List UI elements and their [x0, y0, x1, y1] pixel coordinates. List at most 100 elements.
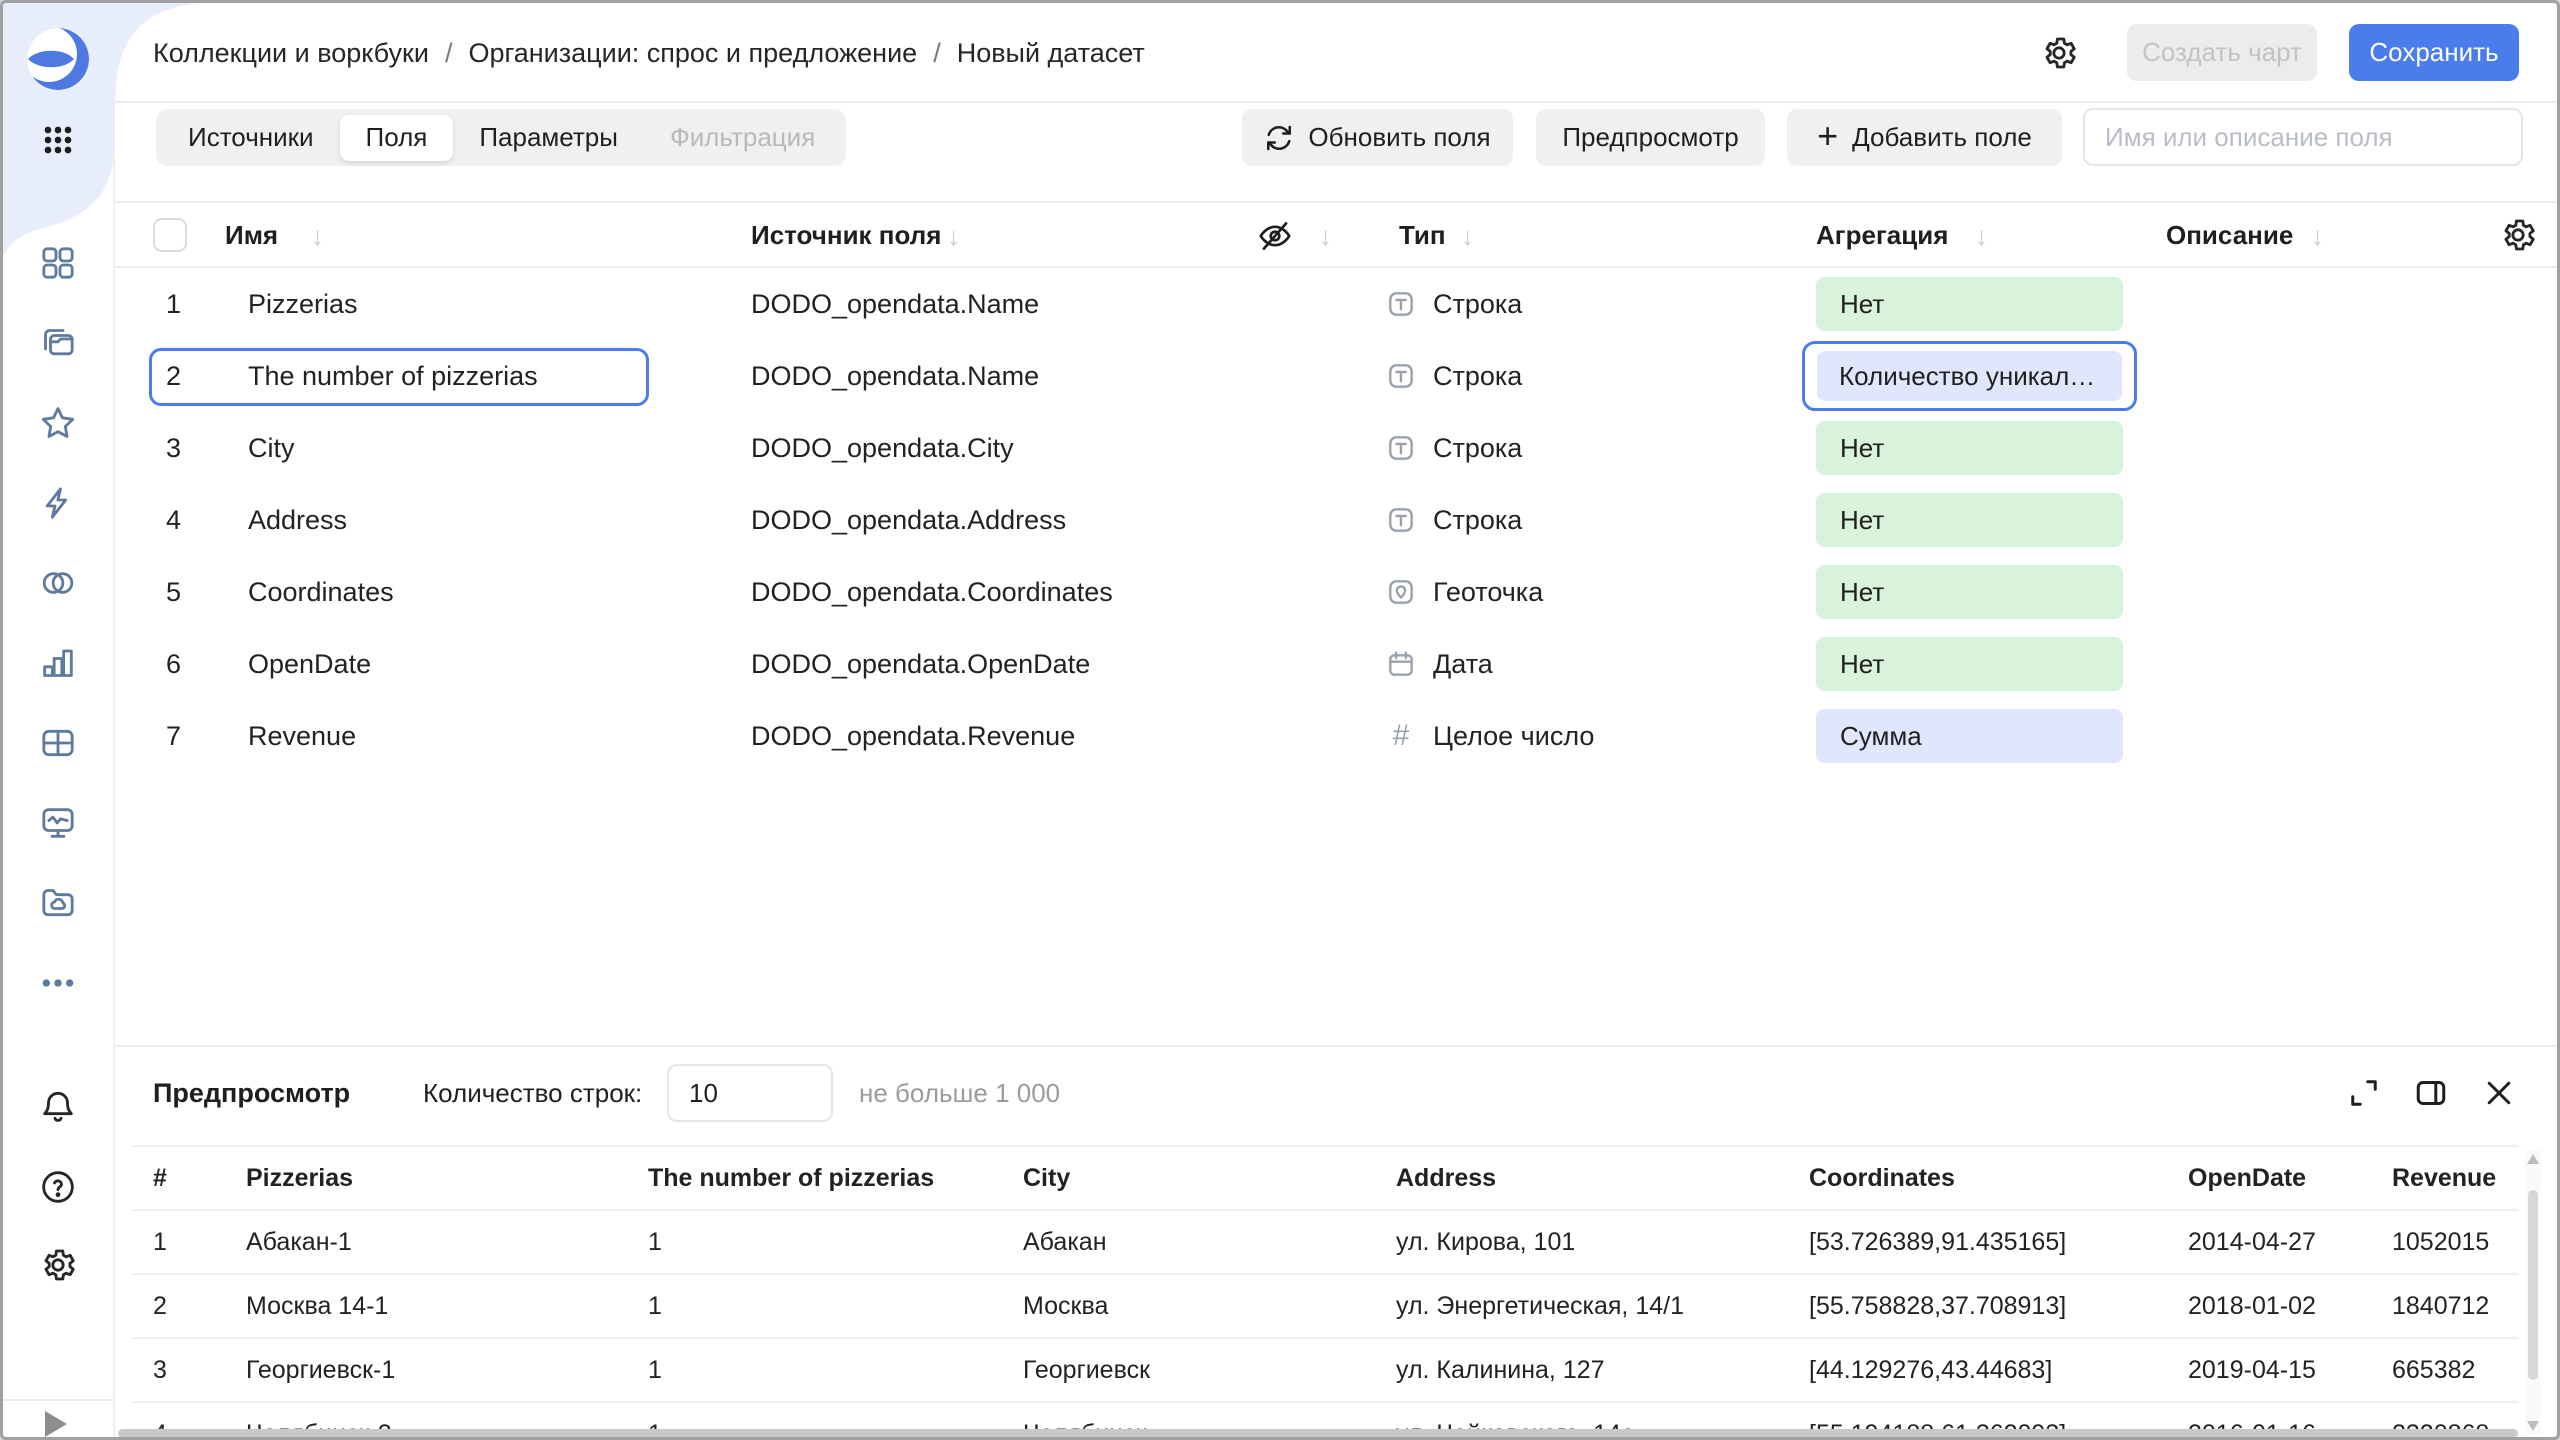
- field-name[interactable]: Revenue: [248, 700, 356, 772]
- select-all-checkbox[interactable]: [153, 218, 187, 252]
- preview-button[interactable]: Предпросмотр: [1536, 109, 1765, 166]
- field-source: DODO_opendata.City: [751, 412, 1014, 484]
- sidebar-divider: [3, 1399, 113, 1401]
- cell: 2014-04-27: [2188, 1210, 2316, 1274]
- field-name[interactable]: Coordinates: [248, 556, 394, 628]
- eye-off-icon[interactable]: [1256, 217, 1294, 255]
- field-source: DODO_opendata.Revenue: [751, 700, 1075, 772]
- dataset-tabs: Источники Поля Параметры Фильтрация: [156, 109, 846, 166]
- cell: [55.758828,37.708913]: [1809, 1274, 2066, 1338]
- field-type-label: Строка: [1433, 340, 1522, 412]
- cell: 1: [648, 1210, 662, 1274]
- table-row: 6 OpenDate DODO_opendata.OpenDate Дата Н…: [113, 628, 2560, 700]
- tab-parameters[interactable]: Параметры: [453, 115, 644, 161]
- rows-count-label: Количество строк:: [423, 1065, 642, 1121]
- horizontal-scrollbar[interactable]: [118, 1429, 2518, 1438]
- field-source: DODO_opendata.Name: [751, 268, 1039, 340]
- preview-row: 2 Москва 14-1 1 Москва ул. Энергетическа…: [113, 1274, 2523, 1338]
- tab-sources[interactable]: Источники: [162, 115, 340, 161]
- aggregation-pill[interactable]: Нет: [1816, 565, 2123, 619]
- field-name[interactable]: The number of pizzerias: [248, 340, 538, 412]
- field-name[interactable]: Pizzerias: [248, 268, 358, 340]
- field-name[interactable]: Address: [248, 484, 347, 556]
- scroll-down-icon[interactable]: [2527, 1421, 2539, 1431]
- gear-icon[interactable]: [2039, 33, 2079, 73]
- expand-arrow-icon[interactable]: [45, 1411, 67, 1437]
- cloud-folder-icon[interactable]: [3, 883, 113, 923]
- sort-arrow-icon[interactable]: ↓: [1319, 203, 1332, 267]
- workbooks-icon[interactable]: [3, 323, 113, 363]
- aggregation-pill[interactable]: Сумма: [1816, 709, 2123, 763]
- cell: ул. Калинина, 127: [1396, 1338, 1605, 1402]
- settings-icon[interactable]: [3, 1245, 113, 1285]
- preview-title: Предпросмотр: [153, 1065, 350, 1121]
- preview-col-revenue: Revenue: [2392, 1146, 2496, 1210]
- create-chart-button[interactable]: Создать чарт: [2127, 24, 2317, 81]
- field-search-input[interactable]: [2083, 108, 2523, 166]
- breadcrumb: Коллекции и воркбуки / Организации: спро…: [153, 25, 1145, 81]
- more-ellipsis-icon[interactable]: [3, 963, 113, 1003]
- sort-arrow-icon[interactable]: ↓: [2311, 203, 2324, 267]
- sort-arrow-icon[interactable]: ↓: [947, 203, 960, 267]
- scroll-up-icon[interactable]: [2527, 1154, 2539, 1164]
- row-number: 5: [166, 556, 181, 628]
- dashboard-grid-icon[interactable]: [3, 243, 113, 283]
- field-name[interactable]: City: [248, 412, 295, 484]
- scrollbar-thumb[interactable]: [2528, 1190, 2538, 1380]
- rows-count-input[interactable]: [667, 1064, 833, 1122]
- table-settings-gear-icon[interactable]: [2498, 215, 2538, 255]
- cell: 665382: [2392, 1338, 2475, 1402]
- bell-icon[interactable]: [3, 1087, 113, 1127]
- connections-icon[interactable]: [3, 563, 113, 603]
- field-source: DODO_opendata.OpenDate: [751, 628, 1090, 700]
- cell: 1: [648, 1274, 662, 1338]
- bar-chart-icon[interactable]: [3, 643, 113, 683]
- aggregation-pill[interactable]: Нет: [1816, 637, 2123, 691]
- cell: Георгиевск: [1023, 1338, 1150, 1402]
- cell: ул. Энергетическая, 14/1: [1396, 1274, 1684, 1338]
- field-type-label: Дата: [1433, 628, 1493, 700]
- sort-arrow-icon[interactable]: ↓: [1975, 203, 1988, 267]
- field-name[interactable]: OpenDate: [248, 628, 371, 700]
- cell: 2019-04-15: [2188, 1338, 2316, 1402]
- cell: 2: [153, 1274, 167, 1338]
- refresh-icon: [1264, 123, 1294, 153]
- monitoring-icon[interactable]: [3, 803, 113, 843]
- datalens-logo[interactable]: [27, 28, 89, 90]
- aggregation-pill[interactable]: Нет: [1816, 277, 2123, 331]
- preview-col-address: Address: [1396, 1146, 1496, 1210]
- breadcrumb-workbook[interactable]: Организации: спрос и предложение: [468, 38, 917, 69]
- aggregation-pill-selected[interactable]: Количество уникал…: [1802, 341, 2137, 411]
- aggregation-pill[interactable]: Нет: [1816, 421, 2123, 475]
- star-icon[interactable]: [3, 403, 113, 443]
- save-button[interactable]: Сохранить: [2349, 24, 2519, 81]
- refresh-fields-label: Обновить поля: [1308, 122, 1490, 153]
- vertical-scrollbar[interactable]: [2525, 1150, 2541, 1435]
- side-panel-icon[interactable]: [2413, 1075, 2449, 1111]
- field-type-label: Целое число: [1433, 700, 1594, 772]
- expand-icon[interactable]: [2346, 1075, 2382, 1111]
- table-row: 7 Revenue DODO_opendata.Revenue #Целое ч…: [113, 700, 2560, 772]
- sort-arrow-icon[interactable]: ↓: [311, 203, 324, 267]
- preview-col-city: City: [1023, 1146, 1070, 1210]
- string-type-icon: [1385, 360, 1417, 392]
- breadcrumb-separator: /: [933, 38, 941, 69]
- row-number: 3: [166, 412, 181, 484]
- apps-grid-icon[interactable]: [3, 120, 113, 160]
- close-icon[interactable]: [2481, 1075, 2517, 1111]
- tab-filtering[interactable]: Фильтрация: [644, 115, 841, 161]
- breadcrumb-collections[interactable]: Коллекции и воркбуки: [153, 38, 429, 69]
- aggregation-pill[interactable]: Нет: [1816, 493, 2123, 547]
- string-type-icon: [1385, 432, 1417, 464]
- fields-table-header: Имя↓ Источник поля↓ ↓ Тип↓ Агрегация↓ Оп…: [113, 203, 2560, 267]
- add-field-button[interactable]: + Добавить поле: [1787, 109, 2062, 166]
- table-icon[interactable]: [3, 723, 113, 763]
- sort-arrow-icon[interactable]: ↓: [1461, 203, 1474, 267]
- lightning-icon[interactable]: [3, 483, 113, 523]
- refresh-fields-button[interactable]: Обновить поля: [1242, 109, 1513, 166]
- tab-fields[interactable]: Поля: [340, 115, 454, 161]
- help-icon[interactable]: [3, 1167, 113, 1207]
- cell: Москва: [1023, 1274, 1108, 1338]
- table-row: 1 Pizzerias DODO_opendata.Name Строка Не…: [113, 268, 2560, 340]
- datalens-dataset-editor: Коллекции и воркбуки / Организации: спро…: [0, 0, 2560, 1440]
